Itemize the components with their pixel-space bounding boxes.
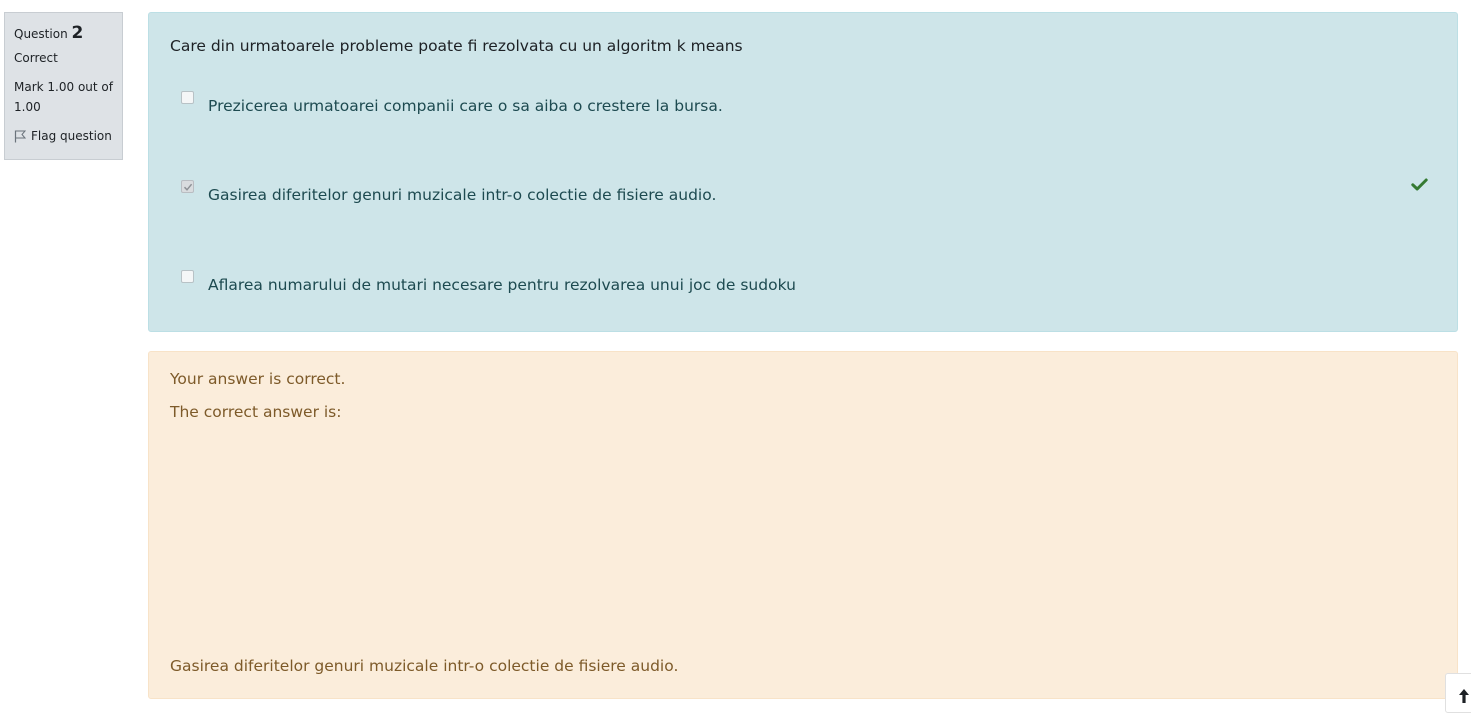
check-icon: [1411, 177, 1428, 195]
answer-checkbox-1[interactable]: [181, 91, 194, 104]
question-grade: Mark 1.00 out of 1.00: [14, 80, 113, 114]
question-info-panel: Question 2 Correct Mark 1.00 out of 1.00…: [4, 12, 123, 160]
arrow-up-icon: [1459, 689, 1469, 703]
answer-label-2: Gasirea diferitelor genuri muzicale intr…: [208, 186, 717, 204]
checkbox-checkmark-icon: [183, 183, 193, 191]
question-formulation: Care din urmatoarele probleme poate fi r…: [148, 12, 1458, 332]
question-state: Correct: [14, 51, 58, 65]
right-answer: Gasirea diferitelor genuri muzicale intr…: [170, 657, 679, 675]
question-number: Question 2: [14, 23, 113, 44]
back-to-top-button[interactable]: [1445, 673, 1471, 713]
question-text: Care din urmatoarele probleme poate fi r…: [170, 37, 743, 55]
answer-checkbox-2[interactable]: [181, 180, 194, 193]
right-answer-intro: The correct answer is:: [170, 403, 342, 421]
feedback-panel: Your answer is correct. The correct answ…: [148, 351, 1458, 699]
question-number-value: 2: [71, 23, 84, 43]
specific-feedback: Your answer is correct.: [170, 370, 346, 388]
answer-checkbox-3[interactable]: [181, 270, 194, 283]
answer-label-1: Prezicerea urmatoarei companii care o sa…: [208, 97, 723, 115]
answer-label-3: Aflarea numarului de mutari necesare pen…: [208, 276, 796, 294]
flag-outline-icon: [14, 130, 26, 143]
question-prefix: Question: [14, 27, 68, 41]
answer-option-2: Gasirea diferitelor genuri muzicale intr…: [181, 176, 1457, 216]
answer-option-1: Prezicerea urmatoarei companii care o sa…: [181, 87, 1457, 127]
flag-question-label: Flag question: [31, 129, 112, 143]
flag-question-button[interactable]: Flag question: [14, 126, 113, 146]
answer-option-3: Aflarea numarului de mutari necesare pen…: [181, 266, 1457, 306]
